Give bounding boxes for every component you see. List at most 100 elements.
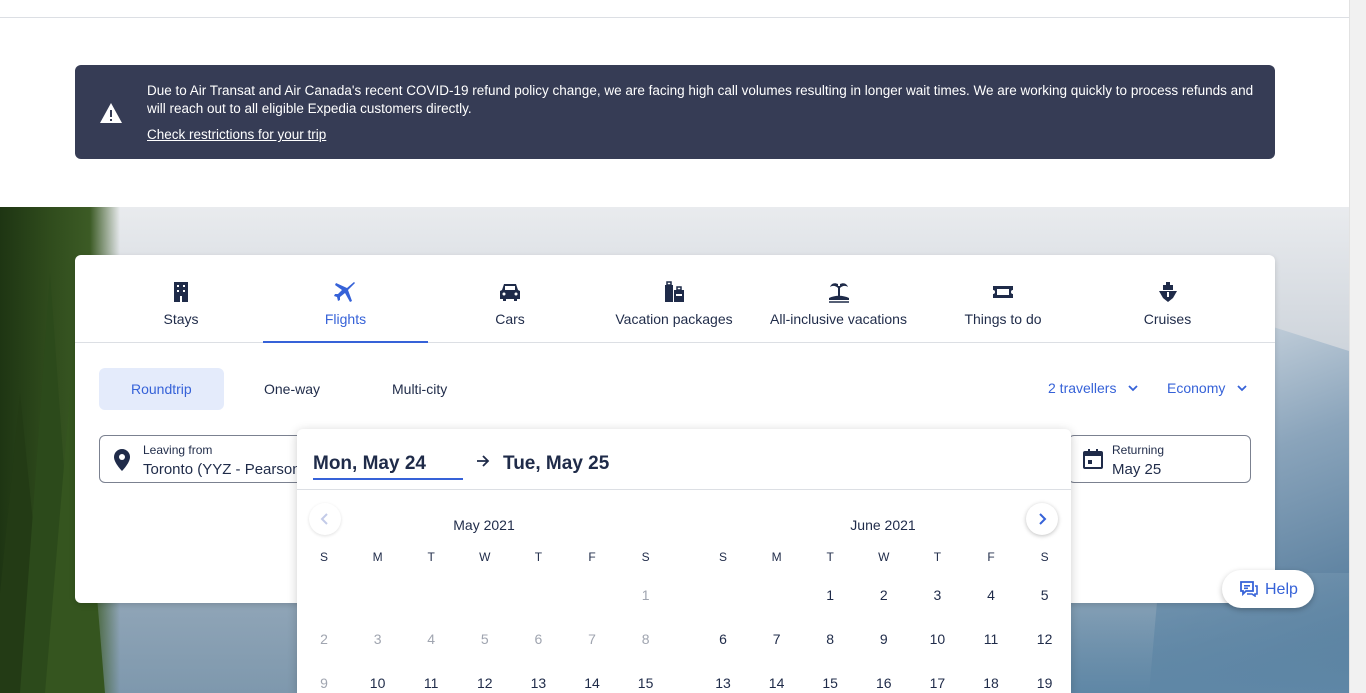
plane-icon [333,282,355,302]
weekday-header: T [933,550,942,564]
help-label: Help [1265,581,1298,598]
tab-label: Cruises [1143,311,1192,327]
covid-alert-banner: Due to Air Transat and Air Canada's rece… [75,65,1275,159]
tab-stays[interactable]: Stays [99,255,263,343]
calendar-icon [1083,449,1103,469]
calendar-day[interactable]: 12 [468,675,502,691]
arrow-right-icon [477,455,490,467]
calendar-day[interactable]: 13 [706,675,740,691]
calendar-day[interactable]: 5 [1028,587,1062,603]
calendar-day[interactable]: 15 [629,675,663,691]
calendar-day[interactable]: 7 [760,631,794,647]
weekday-header: W [479,550,491,564]
island-icon [828,283,849,303]
chevron-down-icon [1128,385,1138,392]
car-icon [500,284,520,301]
returning-value: May 25 [1112,461,1162,478]
weekday-header: T [427,550,435,564]
weekday-header: W [878,550,890,564]
ship-icon [1158,282,1177,302]
calendar-day[interactable]: 2 [867,587,901,603]
calendar-day[interactable]: 10 [361,675,395,691]
return-date-selector[interactable]: Tue, May 25 [503,453,609,475]
calendar-day[interactable]: 10 [920,631,954,647]
calendar-day: 9 [320,675,328,691]
calendar-day: 6 [534,631,543,647]
returning-label: Returning [1112,443,1165,457]
calendar-day[interactable]: 9 [867,631,901,647]
weekday-header: M [771,550,782,564]
tab-label: All-inclusive vacations [770,311,907,327]
calendar-day[interactable]: 3 [920,587,954,603]
date-picker-header: Mon, May 24 Tue, May 25 [297,429,1071,490]
calendar-day[interactable]: 14 [760,675,794,691]
calendar-day: 5 [480,631,489,647]
calendar-day[interactable]: 6 [706,631,740,647]
weekday-header: F [987,550,995,564]
weekday-header: S [1040,550,1049,564]
weekday-header: S [718,550,727,564]
weekday-header: S [319,550,328,564]
calendar-day[interactable]: 17 [920,675,954,691]
weekday-header: T [826,550,834,564]
cabin-class-dropdown[interactable]: Economy [1167,380,1247,396]
weekday-header: F [588,550,596,564]
location-pin-icon [114,449,130,471]
alert-message: Due to Air Transat and Air Canada's rece… [147,83,1254,116]
ticket-icon [993,286,1013,298]
chevron-down-icon [1237,385,1247,392]
help-button[interactable]: Help [1222,570,1314,608]
calendar-day: 2 [320,631,328,647]
top-header-bar [0,0,1349,18]
leaving-from-label: Leaving from [143,443,213,457]
travellers-dropdown[interactable]: 2 travellers [1048,380,1138,396]
date-picker-popup: Mon, May 24 Tue, May 25 May 2021 June 20… [297,429,1071,693]
tab-vacation-packages[interactable]: Vacation packages [592,255,756,343]
calendar-day[interactable]: 8 [813,631,847,647]
tab-cruises[interactable]: Cruises [1085,255,1250,343]
month-title-june: June 2021 [850,517,916,533]
leaving-from-field[interactable]: Leaving from Toronto (YYZ - Pearson [99,435,309,483]
calendar-day[interactable]: 11 [414,675,448,691]
calendar-day: 8 [641,631,650,647]
calendar-day[interactable]: 1 [813,587,847,603]
calendar-day[interactable]: 16 [867,675,901,691]
returning-date-field[interactable]: Returning May 25 [1068,435,1251,483]
month-title-may: May 2021 [453,517,515,533]
one-way-option[interactable]: One-way [232,368,352,410]
weekday-header: T [534,550,543,564]
roundtrip-option[interactable]: Roundtrip [99,368,224,410]
calendar-day[interactable]: 13 [521,675,555,691]
tab-label: Things to do [964,311,1042,327]
tab-all-inclusive[interactable]: All-inclusive vacations [756,255,921,343]
weekday-header: M [372,550,383,564]
cabin-class-value: Economy [1167,380,1226,396]
tab-flights[interactable]: Flights [263,255,428,343]
tab-things-to-do[interactable]: Things to do [921,255,1085,343]
calendar-day[interactable]: 4 [974,587,1008,603]
calendar-day[interactable]: 18 [974,675,1008,691]
calendar-day: 7 [588,631,596,647]
calendar-day[interactable]: 11 [974,631,1008,647]
calendar-day[interactable]: 14 [575,675,609,691]
chat-icon [1240,581,1258,597]
calendar-day[interactable]: 12 [1028,631,1062,647]
calendar-day[interactable]: 15 [813,675,847,691]
departure-date-selector[interactable]: Mon, May 24 [313,453,463,480]
calendar-day: 4 [427,631,436,647]
multi-city-option[interactable]: Multi-city [360,368,479,410]
calendar-day[interactable]: 19 [1028,675,1062,691]
building-icon [174,282,188,302]
tab-label: Flights [324,311,367,327]
leaving-from-value: Toronto (YYZ - Pearson [143,461,301,478]
check-restrictions-link[interactable]: Check restrictions for your trip [147,127,326,142]
tab-label: Cars [495,311,525,327]
luggage-icon [665,281,684,302]
scrollbar[interactable] [1349,0,1366,693]
tab-label: Stays [163,311,199,327]
calendar-day: 3 [373,631,382,647]
calendar-day: 1 [641,587,650,603]
tab-cars[interactable]: Cars [428,255,592,343]
weekday-header: S [641,550,650,564]
tab-label: Vacation packages [615,311,733,327]
